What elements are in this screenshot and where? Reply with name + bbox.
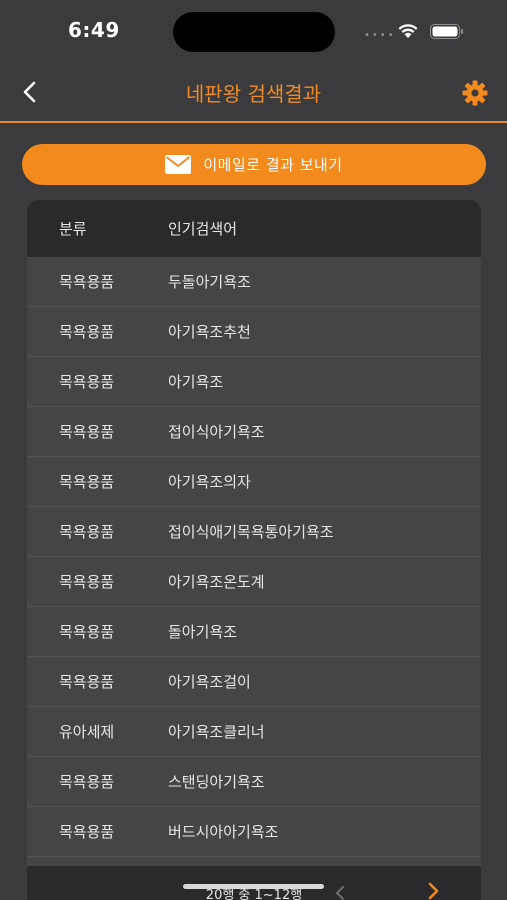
row-category: 목욕용품 (59, 773, 115, 791)
cellular-signal-icon: •••• (364, 30, 396, 41)
row-category: 목욕용품 (59, 273, 115, 291)
row-keyword: 아기욕조걸이 (168, 673, 251, 691)
header-category: 분류 (59, 220, 87, 238)
table-row[interactable]: 목욕용품 아기욕조걸이 (27, 657, 481, 707)
status-bar: 6:49 •••• (0, 0, 507, 62)
page-title: 네판왕 검색결과 (185, 82, 322, 106)
row-keyword: 스탠딩아기욕조 (168, 773, 265, 791)
row-keyword: 버드시아아기욕조 (168, 823, 279, 841)
table-row[interactable]: 목욕용품 돌아기욕조 (27, 607, 481, 657)
table-header: 분류 인기검색어 (27, 200, 481, 257)
row-keyword: 돌아기욕조 (168, 623, 238, 641)
status-time: 6:49 (68, 18, 120, 42)
table-row[interactable]: 목욕용품 접이식애기목욕통아기욕조 (27, 507, 481, 557)
row-keyword: 접이식애기목욕통아기욕조 (168, 523, 334, 541)
row-keyword: 아기욕조클리너 (168, 723, 265, 741)
gear-icon[interactable] (461, 79, 489, 107)
row-category: 목욕용품 (59, 623, 115, 641)
table-row[interactable]: 목욕용품 두돌아기욕조 (27, 257, 481, 307)
mail-icon (165, 155, 192, 174)
chevron-left-icon[interactable] (333, 884, 347, 900)
row-category: 목욕용품 (59, 573, 115, 591)
row-category: 목욕용품 (59, 523, 115, 541)
row-category: 목욕용품 (59, 823, 115, 841)
row-category: 목욕용품 (59, 323, 115, 341)
wifi-icon (398, 24, 418, 38)
row-category: 유아세제 (59, 723, 115, 741)
row-category: 목욕용품 (59, 673, 115, 691)
row-category: 목욕용품 (59, 473, 115, 491)
row-keyword: 아기욕조추천 (168, 323, 251, 341)
header-keyword: 인기검색어 (168, 220, 238, 238)
table-row[interactable]: 목욕용품 버드시아아기욕조 (27, 807, 481, 857)
dynamic-island (173, 12, 335, 52)
row-keyword: 아기욕조 (168, 373, 224, 391)
table-row[interactable]: 목욕용품 스탠딩아기욕조 (27, 757, 481, 807)
navigation-bar: 네판왕 검색결과 (0, 62, 507, 123)
row-category: 목욕용품 (59, 373, 115, 391)
row-category: 목욕용품 (59, 423, 115, 441)
table-row[interactable]: 목욕용품 접이식아기욕조 (27, 407, 481, 457)
email-button-label: 이메일로 결과 보내기 (203, 156, 343, 174)
table-row[interactable]: 목욕용품 아기욕조온도계 (27, 557, 481, 607)
row-keyword: 아기욕조의자 (168, 473, 251, 491)
table-row[interactable]: 유아세제 아기욕조클리너 (27, 707, 481, 757)
chevron-right-icon[interactable] (423, 880, 443, 900)
table-row[interactable]: 목욕용품 아기욕조추천 (27, 307, 481, 357)
battery-icon (430, 24, 463, 39)
row-keyword: 두돌아기욕조 (168, 273, 251, 291)
table-row[interactable]: 목욕용품 아기욕조 (27, 357, 481, 407)
table-pagination: 20행 중 1~12행 (27, 866, 481, 900)
row-keyword: 아기욕조온도계 (168, 573, 265, 591)
email-results-button[interactable]: 이메일로 결과 보내기 (22, 144, 486, 185)
app-screen: 6:49 •••• 네판왕 검색결과 이메일로 결과 보내기 분류 인기검색어 … (0, 0, 507, 900)
row-keyword: 접이식아기욕조 (168, 423, 265, 441)
results-table: 분류 인기검색어 목욕용품 두돌아기욕조 목욕용품 아기욕조추천 목욕용품 아기… (27, 200, 481, 900)
table-row[interactable]: 목욕용품 아기욕조의자 (27, 457, 481, 507)
home-indicator (183, 884, 324, 889)
